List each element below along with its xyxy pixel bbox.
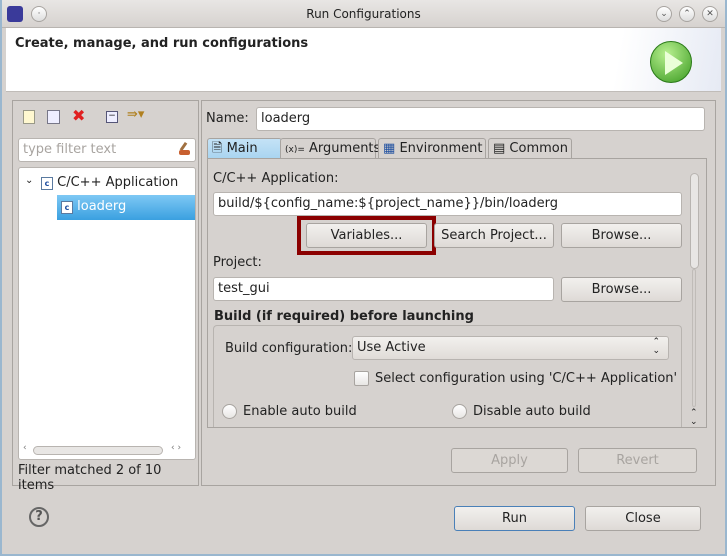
filter-status: Filter matched 2 of 10 items [18, 463, 162, 493]
button-label: Browse... [591, 282, 652, 297]
c-app-config-icon: c [61, 201, 73, 214]
c-app-path-input[interactable]: build/${config_name:${project_name}}/bin… [213, 192, 682, 216]
config-list-panel: ✖ − ⇛▾ type filter text ⌄ c C/C++ Applic… [12, 100, 199, 493]
search-project-button[interactable]: Search Project... [434, 223, 554, 248]
filter-menu-icon[interactable]: ⇛▾ [127, 107, 144, 122]
vertical-scrollbar[interactable]: ⌃ ⌄ [687, 173, 705, 427]
c-app-type-icon: c [41, 177, 53, 190]
button-label: Close [625, 511, 661, 526]
collapse-all-icon[interactable]: − [106, 111, 118, 123]
build-config-label: Build configuration: [225, 341, 353, 356]
revert-button[interactable]: Revert [578, 448, 697, 473]
tab-environment[interactable]: ▦ Environment [378, 138, 486, 159]
run-button[interactable]: Run [454, 506, 575, 531]
project-label: Project: [213, 255, 262, 270]
browse-project-button[interactable]: Browse... [561, 277, 682, 302]
variables-button[interactable]: Variables... [306, 223, 427, 248]
banner-heading: Create, manage, and run configurations [15, 36, 309, 51]
header-banner: Create, manage, and run configurations [6, 28, 721, 92]
button-label: Browse... [591, 228, 652, 243]
button-label: Apply [491, 453, 528, 468]
tab-main[interactable]: 🗎 Main [207, 138, 282, 159]
help-icon[interactable]: ? [29, 507, 49, 527]
tab-label: Main [226, 141, 258, 156]
delete-icon[interactable]: ✖ [72, 106, 85, 125]
button-label: Run [502, 511, 527, 526]
disable-auto-build-label: Disable auto build [473, 404, 591, 419]
minimize-button[interactable]: ⌄ [656, 6, 672, 22]
tree-item-loaderg[interactable]: c loaderg [57, 195, 195, 220]
button-label: Variables... [330, 228, 403, 243]
select-config-label: Select configuration using 'C/C++ Applic… [375, 371, 678, 386]
tab-label: Arguments [309, 141, 381, 156]
button-label: Search Project... [441, 228, 547, 243]
maximize-button[interactable]: ⌃ [679, 6, 695, 22]
select-value: Use Active [357, 340, 426, 355]
disable-auto-build-radio[interactable] [452, 404, 467, 419]
expand-chevron-icon[interactable]: ⌄ [25, 175, 33, 186]
updown-icon: ⌃ ⌄ [652, 337, 660, 356]
name-input[interactable]: loaderg [256, 107, 705, 131]
enable-auto-build-radio[interactable] [222, 404, 237, 419]
window-title: Run Configurations [306, 7, 421, 21]
build-heading: Build (if required) before launching [214, 309, 474, 324]
config-tree: ⌄ c C/C++ Application c loaderg ‹ ‹ › [18, 167, 196, 460]
tab-label: Environment [399, 141, 483, 156]
tree-item-label: loaderg [77, 199, 127, 214]
tree-item-c-cpp-application[interactable]: c C/C++ Application [41, 175, 178, 190]
enable-auto-build-label: Enable auto build [243, 404, 357, 419]
apply-button[interactable]: Apply [451, 448, 568, 473]
tab-common[interactable]: ▤ Common [488, 138, 572, 159]
project-input[interactable]: test_gui [213, 277, 554, 301]
title-bar: · Run Configurations ⌄ ⌃ ✕ [0, 0, 727, 28]
tree-item-label: C/C++ Application [57, 175, 179, 190]
new-config-icon[interactable] [23, 110, 35, 124]
duplicate-icon[interactable] [47, 110, 60, 124]
build-config-select[interactable]: Use Active ⌃ ⌄ [352, 336, 669, 360]
filter-placeholder: type filter text [23, 142, 117, 157]
horizontal-scrollbar[interactable]: ‹ ‹ › [21, 443, 193, 457]
browse-app-button[interactable]: Browse... [561, 223, 682, 248]
tab-arguments[interactable]: (x)= Arguments [280, 138, 380, 159]
select-config-checkbox[interactable] [354, 371, 369, 386]
clear-filter-icon[interactable] [179, 141, 191, 156]
filter-input[interactable]: type filter text [18, 138, 196, 162]
c-app-label: C/C++ Application: [213, 171, 339, 186]
close-window-button[interactable]: ✕ [702, 6, 718, 22]
close-button[interactable]: Close [585, 506, 701, 531]
run-play-icon [650, 41, 692, 83]
name-label: Name: [206, 111, 249, 126]
tab-label: Common [509, 141, 568, 156]
button-label: Revert [616, 453, 659, 468]
